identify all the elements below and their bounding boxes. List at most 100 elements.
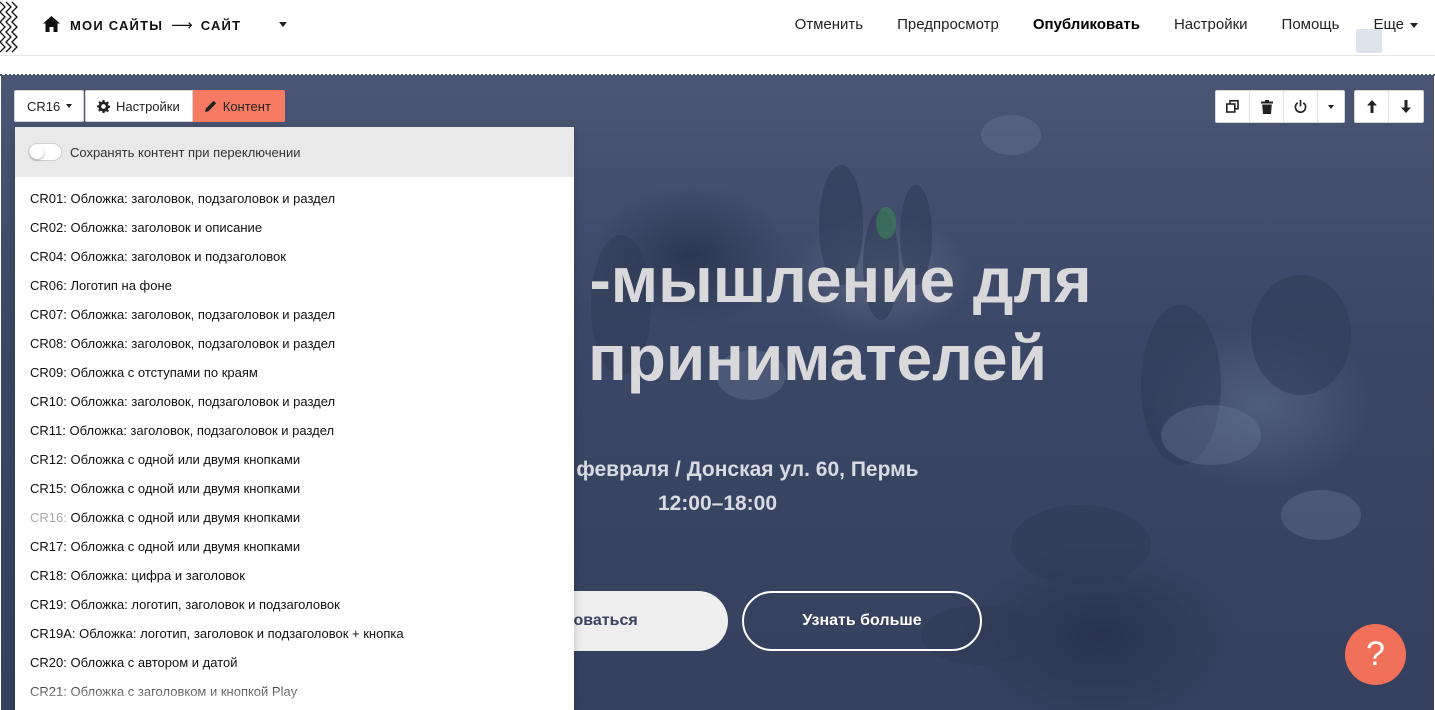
block-template-title: Обложка с одной или двумя кнопками <box>70 539 301 554</box>
breadcrumb-my-sites[interactable]: МОИ САЙТЫ <box>70 18 163 33</box>
block-template-title: Обложка с отступами по краям <box>70 365 258 380</box>
settings-button[interactable]: Настройки <box>1174 16 1248 33</box>
block-template-item[interactable]: CR01: Обложка: заголовок, подзаголовок и… <box>15 185 574 214</box>
panel-fade <box>15 680 574 710</box>
block-template-item[interactable]: CR20: Обложка с автором и датой <box>15 649 574 678</box>
undo-button[interactable]: Отменить <box>795 16 864 33</box>
block-template-item[interactable]: CR11: Обложка: заголовок, подзаголовок и… <box>15 417 574 446</box>
preview-button[interactable]: Предпросмотр <box>897 16 999 33</box>
block-settings-label: Настройки <box>116 98 180 114</box>
top-bar: МОИ САЙТЫ ⟶ САЙТ Отменить Предпросмотр О… <box>0 0 1435 56</box>
home-icon[interactable] <box>43 16 60 32</box>
block-template-title: Обложка: логотип, заголовок и подзаголов… <box>70 597 340 612</box>
more-menu-button[interactable]: Еще <box>1373 16 1418 33</box>
block-template-code: CR15: <box>30 481 67 496</box>
block-template-title: Обложка: цифра и заголовок <box>70 568 245 583</box>
top-menu: Отменить Предпросмотр Опубликовать Настр… <box>795 16 1418 33</box>
block-template-title: Обложка с одной или двумя кнопками <box>70 481 301 496</box>
block-content-tab[interactable]: Контент <box>192 90 285 122</box>
block-template-code: CR09: <box>30 365 67 380</box>
block-template-code: CR19A: <box>30 626 76 641</box>
move-block-up-button[interactable] <box>1355 91 1389 122</box>
block-template-code: CR08: <box>30 336 67 351</box>
breadcrumb-arrow-icon: ⟶ <box>171 17 193 34</box>
help-float-button[interactable]: ? <box>1345 624 1406 685</box>
block-template-title: Обложка с автором и датой <box>70 655 238 670</box>
block-code-group: CR16 <box>14 90 85 122</box>
delete-block-button[interactable] <box>1250 91 1284 122</box>
block-template-code: CR11: <box>30 423 66 438</box>
block-template-panel: Сохранять контент при переключении CR01:… <box>15 127 574 710</box>
gear-icon <box>97 99 110 113</box>
block-actions-toolbar <box>1215 90 1345 123</box>
learn-more-button[interactable]: Узнать больше <box>742 591 982 651</box>
block-template-item[interactable]: CR15: Обложка с одной или двумя кнопками <box>15 475 574 504</box>
block-template-item[interactable]: CR19: Обложка: логотип, заголовок и подз… <box>15 591 574 620</box>
block-template-item[interactable]: CR18: Обложка: цифра и заголовок <box>15 562 574 591</box>
block-move-toolbar <box>1354 90 1424 123</box>
copy-icon <box>1226 100 1239 113</box>
block-settings-tab[interactable]: Настройки <box>85 90 193 122</box>
block-template-item[interactable]: CR06: Логотип на фоне <box>15 272 574 301</box>
power-icon <box>1294 100 1307 113</box>
move-block-down-button[interactable] <box>1389 91 1423 122</box>
block-template-code: CR04: <box>30 249 67 264</box>
block-template-code: CR17: <box>30 539 67 554</box>
block-template-code: CR18: <box>30 568 67 583</box>
block-template-title: Обложка: заголовок, подзаголовок и разде… <box>70 307 336 322</box>
chevron-down-icon[interactable] <box>279 22 287 27</box>
block-template-title: Обложка: заголовок и подзаголовок <box>70 249 286 264</box>
block-code-select[interactable]: CR16 <box>14 90 85 122</box>
help-menu-button[interactable]: Помощь <box>1282 16 1340 33</box>
block-template-code: CR20: <box>30 655 67 670</box>
chevron-down-icon <box>1328 104 1334 109</box>
block-template-code: CR19: <box>30 597 67 612</box>
block-template-code: CR01: <box>30 191 67 206</box>
block-template-item[interactable]: CR02: Обложка: заголовок и описание <box>15 214 574 243</box>
block-template-title: Обложка: заголовок, подзаголовок и разде… <box>70 394 336 409</box>
block-template-title: Обложка: логотип, заголовок и подзаголов… <box>79 626 404 641</box>
block-template-item[interactable]: CR09: Обложка с отступами по краям <box>15 359 574 388</box>
arrow-down-icon <box>1401 100 1411 113</box>
breadcrumb: МОИ САЙТЫ ⟶ САЙТ <box>70 16 241 34</box>
breadcrumb-site[interactable]: САЙТ <box>201 18 242 33</box>
block-template-title: Обложка с одной или двумя кнопками <box>70 510 301 525</box>
copy-block-button[interactable] <box>1216 91 1250 122</box>
block-more-dropdown[interactable] <box>1318 91 1344 122</box>
arrow-up-icon <box>1366 100 1377 113</box>
block-template-list: CR01: Обложка: заголовок, подзаголовок и… <box>15 177 574 707</box>
block-template-item[interactable]: CR16: Обложка с одной или двумя кнопками <box>15 504 574 533</box>
keep-content-toggle[interactable] <box>28 143 62 161</box>
block-template-item[interactable]: CR12: Обложка с одной или двумя кнопками <box>15 446 574 475</box>
block-template-code: CR12: <box>30 452 67 467</box>
block-boundary-divider <box>0 74 1435 76</box>
chevron-down-icon <box>66 104 73 108</box>
publish-button[interactable]: Опубликовать <box>1033 16 1140 33</box>
block-template-item[interactable]: CR08: Обложка: заголовок, подзаголовок и… <box>15 330 574 359</box>
block-template-item[interactable]: CR10: Обложка: заголовок, подзаголовок и… <box>15 388 574 417</box>
pencil-icon <box>204 100 216 112</box>
toggle-block-button[interactable] <box>1284 91 1318 122</box>
block-template-title: Обложка: заголовок, подзаголовок и разде… <box>69 423 335 438</box>
block-template-title: Логотип на фоне <box>70 278 172 293</box>
chevron-down-icon <box>1410 23 1418 28</box>
block-template-item[interactable]: CR17: Обложка с одной или двумя кнопками <box>15 533 574 562</box>
block-template-code: CR16: <box>30 510 67 525</box>
zigzag-decoration-icon <box>0 1 18 53</box>
block-template-item[interactable]: CR04: Обложка: заголовок и подзаголовок <box>15 243 574 272</box>
block-template-code: CR02: <box>30 220 67 235</box>
more-menu-label: Еще <box>1373 16 1404 33</box>
block-template-code: CR07: <box>30 307 67 322</box>
block-template-item[interactable]: CR07: Обложка: заголовок, подзаголовок и… <box>15 301 574 330</box>
block-content-label: Контент <box>222 98 271 114</box>
block-template-title: Обложка: заголовок и описание <box>70 220 263 235</box>
block-template-title: Обложка: заголовок, подзаголовок и разде… <box>70 336 336 351</box>
block-template-title: Обложка с одной или двумя кнопками <box>70 452 301 467</box>
block-code-label: CR16 <box>27 98 61 114</box>
keep-content-label: Сохранять контент при переключении <box>70 144 301 160</box>
block-template-title: Обложка: заголовок, подзаголовок и разде… <box>70 191 336 206</box>
block-template-code: CR10: <box>30 394 67 409</box>
trash-icon <box>1260 99 1273 114</box>
keep-content-row: Сохранять контент при переключении <box>15 127 574 177</box>
block-template-item[interactable]: CR19A: Обложка: логотип, заголовок и под… <box>15 620 574 649</box>
